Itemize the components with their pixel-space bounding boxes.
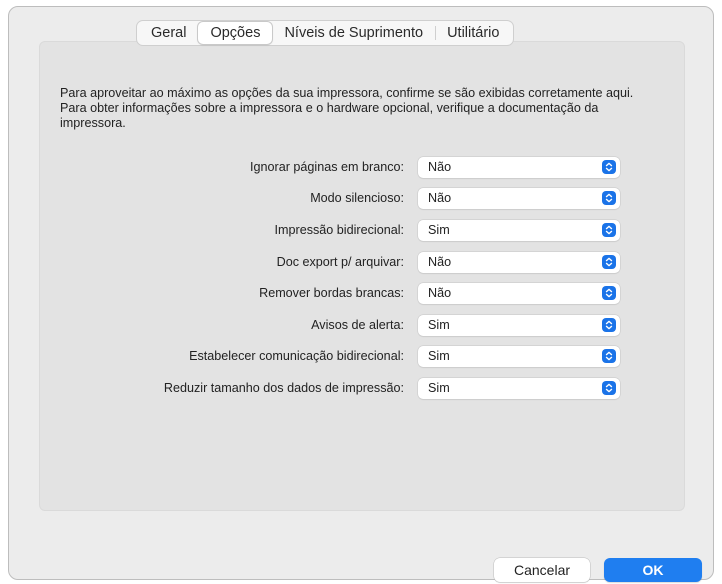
select-value: Não [428, 191, 452, 205]
chevron-up-down-icon [602, 191, 616, 205]
setting-row: Doc export p/ arquivar: Não [0, 252, 706, 274]
bidirectional-printing-select[interactable]: Sim [418, 220, 620, 241]
reduce-print-data-size-select[interactable]: Sim [418, 378, 620, 399]
options-description: Para aproveitar ao máximo as opções da s… [60, 86, 634, 130]
tab-utilitario[interactable]: Utilitário [435, 22, 511, 44]
setting-row: Reduzir tamanho dos dados de impressão: … [0, 378, 706, 400]
select-value: Não [428, 255, 452, 269]
tab-geral[interactable]: Geral [139, 22, 198, 44]
setting-row: Modo silencioso: Não [0, 188, 706, 210]
remove-white-borders-select[interactable]: Não [418, 283, 620, 304]
select-value: Não [428, 160, 452, 174]
setting-label: Ignorar páginas em branco: [249, 160, 404, 174]
select-value: Sim [428, 318, 450, 332]
setting-row: Avisos de alerta: Sim [0, 315, 706, 337]
chevron-up-down-icon [602, 286, 616, 300]
setting-label: Remover bordas brancas: [259, 286, 404, 300]
establish-bidirectional-communication-select[interactable]: Sim [418, 346, 620, 367]
setting-row: Impressão bidirecional: Sim [0, 220, 706, 242]
cancel-button[interactable]: Cancelar [494, 558, 590, 582]
setting-row: Remover bordas brancas: Não [0, 283, 706, 305]
setting-label: Modo silencioso: [310, 191, 404, 205]
tab-bar: Geral Opções Níveis de Suprimento Utilit… [136, 20, 515, 46]
setting-label: Impressão bidirecional: [274, 223, 405, 237]
chevron-up-down-icon [602, 381, 616, 395]
chevron-up-down-icon [602, 318, 616, 332]
select-value: Sim [428, 381, 450, 395]
setting-label: Reduzir tamanho dos dados de impressão: [163, 381, 404, 395]
ok-button[interactable]: OK [604, 558, 702, 582]
tab-opcoes[interactable]: Opções [198, 22, 273, 44]
doc-export-select[interactable]: Não [418, 252, 620, 273]
chevron-up-down-icon [602, 223, 616, 237]
setting-row: Estabelecer comunicação bidirecional: Si… [0, 346, 706, 368]
tab-niveis-de-suprimento[interactable]: Níveis de Suprimento [272, 22, 435, 44]
setting-row: Ignorar páginas em branco: Não [0, 157, 706, 179]
setting-label: Avisos de alerta: [311, 318, 404, 332]
ignore-blank-pages-select[interactable]: Não [418, 157, 620, 178]
select-value: Sim [428, 223, 450, 237]
chevron-up-down-icon [602, 255, 616, 269]
setting-label: Doc export p/ arquivar: [276, 255, 404, 269]
chevron-up-down-icon [602, 160, 616, 174]
alert-notices-select[interactable]: Sim [418, 315, 620, 336]
silent-mode-select[interactable]: Não [418, 188, 620, 209]
chevron-up-down-icon [602, 349, 616, 363]
select-value: Não [428, 286, 452, 300]
setting-label: Estabelecer comunicação bidirecional: [189, 349, 404, 363]
select-value: Sim [428, 349, 450, 363]
